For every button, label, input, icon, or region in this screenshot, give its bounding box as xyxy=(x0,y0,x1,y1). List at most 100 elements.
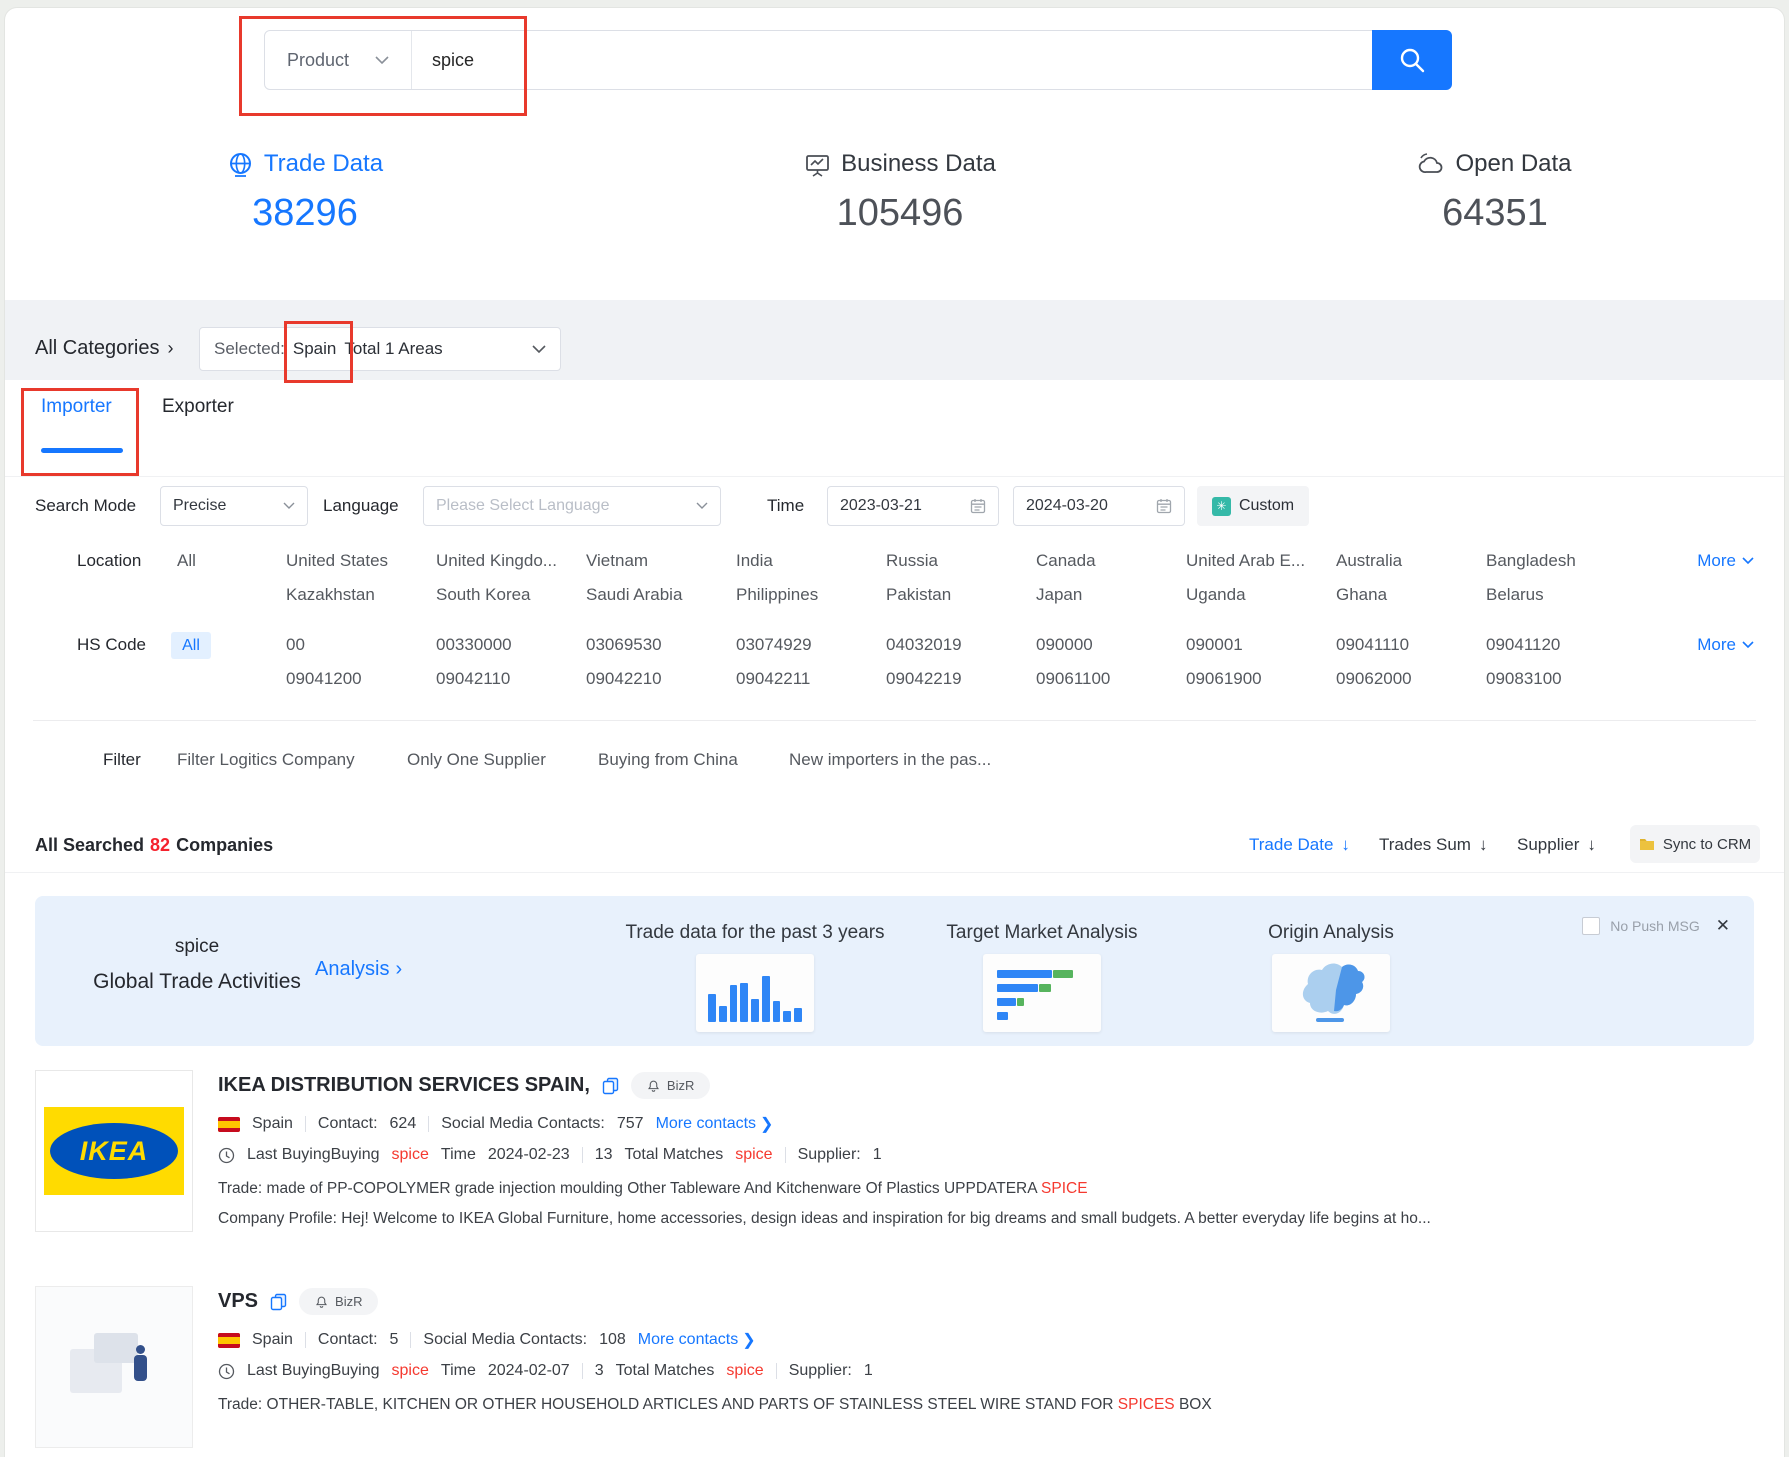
hscode-item[interactable]: 09061900 xyxy=(1186,669,1336,689)
search-category-select[interactable]: Product xyxy=(265,31,412,89)
placeholder-person xyxy=(134,1355,147,1381)
hscode-item[interactable]: 03069530 xyxy=(586,635,736,655)
more-contacts-link[interactable]: More contacts ❯ xyxy=(656,1114,774,1134)
date-to-input[interactable]: 2024-03-20 xyxy=(1013,486,1185,526)
tab-active-underline xyxy=(41,448,123,453)
clock-icon xyxy=(218,1363,235,1380)
sync-to-crm-button[interactable]: Sync to CRM xyxy=(1630,825,1760,863)
location-more-link[interactable]: More xyxy=(1697,544,1754,578)
trade-line: Trade: OTHER-TABLE, KITCHEN OR OTHER HOU… xyxy=(218,1396,1750,1414)
hscode-item[interactable]: 00 xyxy=(286,635,436,655)
origin-map-thumbnail[interactable] xyxy=(1272,954,1390,1032)
location-item[interactable]: Russia xyxy=(886,551,1036,571)
company-name[interactable]: VPS xyxy=(218,1290,258,1313)
keyword-highlight: spice xyxy=(392,1146,429,1164)
hscode-item[interactable]: 03074929 xyxy=(736,635,886,655)
hscode-item[interactable]: 09062000 xyxy=(1336,669,1486,689)
sync-label: Sync to CRM xyxy=(1663,836,1751,853)
analysis-link[interactable]: Analysis › xyxy=(315,958,402,981)
filter-option-buying-china[interactable]: Buying from China xyxy=(598,732,738,788)
language-select[interactable]: Please Select Language xyxy=(423,486,721,526)
location-item[interactable]: Philippines xyxy=(736,585,886,605)
filter-option-new-importers[interactable]: New importers in the pas... xyxy=(789,732,991,788)
hscode-item[interactable]: 09042210 xyxy=(586,669,736,689)
search-button[interactable] xyxy=(1372,30,1452,90)
location-item[interactable]: United States xyxy=(286,551,436,571)
location-item[interactable]: Kazakhstan xyxy=(286,585,436,605)
sort-label: Supplier xyxy=(1517,835,1579,855)
location-item[interactable]: Japan xyxy=(1036,585,1186,605)
hscode-item[interactable]: 09042211 xyxy=(736,669,886,689)
banner-section-2-title: Target Market Analysis xyxy=(912,922,1172,944)
location-all[interactable]: All xyxy=(177,544,196,578)
hscode-row-2: 09041200 09042110 09042210 09042211 0904… xyxy=(286,662,1664,696)
tab-exporter[interactable]: Exporter xyxy=(162,396,234,418)
more-label: More xyxy=(1697,635,1736,655)
no-push-checkbox[interactable] xyxy=(1582,917,1600,935)
location-item[interactable]: Pakistan xyxy=(886,585,1036,605)
location-item[interactable]: United Arab E... xyxy=(1186,551,1336,571)
location-item[interactable]: Saudi Arabia xyxy=(586,585,736,605)
filter-option-logistics[interactable]: Filter Logitics Company xyxy=(177,732,355,788)
hscode-item[interactable]: 09042219 xyxy=(886,669,1036,689)
stat-open-data[interactable]: Open Data 64351 xyxy=(1365,150,1625,235)
location-item[interactable]: Canada xyxy=(1036,551,1186,571)
location-item[interactable]: South Korea xyxy=(436,585,586,605)
market-chart-thumbnail[interactable] xyxy=(983,954,1101,1032)
more-contacts-link[interactable]: More contacts ❯ xyxy=(638,1330,756,1350)
location-item[interactable]: Uganda xyxy=(1186,585,1336,605)
location-item[interactable]: Australia xyxy=(1336,551,1486,571)
date-from-value: 2023-03-21 xyxy=(840,497,922,515)
location-item[interactable]: Ghana xyxy=(1336,585,1486,605)
last-buying-date: 2024-02-07 xyxy=(488,1362,570,1380)
copy-icon[interactable] xyxy=(602,1077,619,1095)
location-item[interactable]: Vietnam xyxy=(586,551,736,571)
selected-areas-dropdown[interactable]: Selected: Spain Total 1 Areas xyxy=(199,327,561,371)
stat-trade-data[interactable]: Trade Data 38296 xyxy=(175,150,435,235)
bizr-icon xyxy=(647,1079,660,1093)
location-item[interactable]: Bangladesh xyxy=(1486,551,1636,571)
placeholder-box xyxy=(94,1333,138,1363)
location-item[interactable]: Belarus xyxy=(1486,585,1636,605)
supplier-label: Supplier: xyxy=(798,1146,861,1164)
hscode-item[interactable]: 04032019 xyxy=(886,635,1036,655)
company-card-ikea: IKEA IKEA DISTRIBUTION SERVICES SPAIN, B… xyxy=(35,1070,1754,1238)
total-matches-label: Total Matches xyxy=(625,1146,724,1164)
custom-time-button[interactable]: ✳ Custom xyxy=(1197,486,1309,526)
sort-trades-sum[interactable]: Trades Sum↓ xyxy=(1379,826,1487,864)
search-input[interactable] xyxy=(412,31,1372,89)
company-name[interactable]: IKEA DISTRIBUTION SERVICES SPAIN, xyxy=(218,1074,590,1097)
hscode-item[interactable]: 09041120 xyxy=(1486,635,1636,655)
hscode-item[interactable]: 00330000 xyxy=(436,635,586,655)
location-item[interactable]: India xyxy=(736,551,886,571)
hscode-item[interactable]: 09083100 xyxy=(1486,669,1636,689)
filter-option-one-supplier[interactable]: Only One Supplier xyxy=(407,732,546,788)
hscode-all[interactable]: All xyxy=(171,632,211,659)
copy-icon[interactable] xyxy=(270,1293,287,1311)
hscode-item[interactable]: 09041200 xyxy=(286,669,436,689)
chevron-down-icon xyxy=(1742,641,1754,649)
sort-trade-date[interactable]: Trade Date↓ xyxy=(1249,826,1350,864)
trade-chart-thumbnail[interactable] xyxy=(696,954,814,1032)
hscode-item[interactable]: 09041110 xyxy=(1336,635,1486,655)
company-logo-placeholder xyxy=(35,1286,193,1448)
tab-importer[interactable]: Importer xyxy=(41,396,112,418)
company-card-vps: VPS BizR Spain Contact: 5 Social Media C… xyxy=(35,1286,1754,1454)
hscode-item[interactable]: 090000 xyxy=(1036,635,1186,655)
date-from-input[interactable]: 2023-03-21 xyxy=(827,486,999,526)
location-item[interactable]: United Kingdo... xyxy=(436,551,586,571)
trade-suffix: BOX xyxy=(1179,1396,1212,1413)
hscode-more-link[interactable]: More xyxy=(1697,628,1754,662)
filter-label: Filter xyxy=(103,732,141,788)
close-icon[interactable]: ✕ xyxy=(1716,916,1730,936)
chevron-down-icon xyxy=(1742,557,1754,565)
sort-supplier[interactable]: Supplier↓ xyxy=(1517,826,1596,864)
stat-label: Business Data xyxy=(841,150,996,178)
search-mode-select[interactable]: Precise xyxy=(160,486,308,526)
all-categories-link[interactable]: All Categories › xyxy=(35,327,174,369)
stat-business-data[interactable]: Business Data 105496 xyxy=(770,150,1030,235)
hscode-item[interactable]: 090001 xyxy=(1186,635,1336,655)
hscode-item[interactable]: 09061100 xyxy=(1036,669,1186,689)
search-mode-label: Search Mode xyxy=(35,484,136,528)
hscode-item[interactable]: 09042110 xyxy=(436,669,586,689)
